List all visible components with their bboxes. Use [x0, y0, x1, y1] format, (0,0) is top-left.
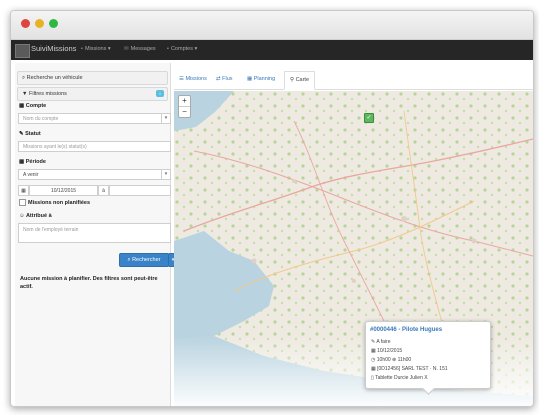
assigned-input[interactable]: Nom de l'employé terrain [18, 223, 171, 243]
vehicle-search-panel[interactable]: ⌕ Recherche un véhicule [17, 71, 168, 85]
vehicle-search-label: Recherche un véhicule [26, 75, 83, 81]
filters-title: Filtres missions [28, 91, 67, 97]
period-select[interactable]: A venir ▾ [18, 169, 171, 180]
nav-messages[interactable]: ✉ Messages [124, 46, 156, 52]
account-label: ▦ Compte [19, 103, 47, 109]
date-input[interactable]: 10/12/2015 [29, 185, 98, 196]
popup-title[interactable]: #0000446 - Pilote Hugues [370, 327, 442, 333]
search-button[interactable]: ⌕ Rechercher [119, 253, 169, 267]
period-dropdown-icon[interactable]: ▾ [161, 170, 170, 179]
calendar-icon: ▦ [19, 159, 26, 165]
popup-date: ▦ 10/12/2015 [371, 348, 403, 354]
folder-icon: ▪ [167, 46, 169, 52]
building-icon: ▦ [19, 103, 26, 109]
top-navbar: SuiviMissions ▪ Missions ▾ ✉ Messages ▪ Com… [11, 40, 533, 60]
calendar-icon: ▦ [21, 188, 26, 194]
filters-info-badge[interactable]: i [156, 90, 164, 97]
tab-missions[interactable]: ☰ Missions [179, 76, 207, 82]
minimize-window-icon[interactable] [35, 19, 44, 28]
filters-panel-header[interactable]: ▼ Filtres missions i [17, 87, 168, 101]
tab-carte[interactable]: ⚲ Carte [284, 71, 316, 90]
brand-name[interactable]: SuiviMissions [31, 44, 76, 53]
popup-device: ▯ Tablette Durcie Julien X [371, 375, 428, 381]
account-dropdown-icon[interactable]: ▾ [161, 114, 170, 123]
unplanned-checkbox-row[interactable]: Missions non planifiées [19, 199, 90, 206]
zoom-out-button[interactable]: − [179, 107, 190, 117]
filter-icon: ▼ [22, 91, 29, 97]
close-window-icon[interactable] [21, 19, 30, 28]
calendar-button[interactable]: ▦ [18, 185, 29, 196]
sidebar: ⌕ Recherche un véhicule ▼ Filtres missio… [15, 63, 178, 406]
status-label: ✎ Statut [19, 131, 41, 137]
account-input[interactable]: Nom du compte ▾ [18, 113, 171, 124]
user-icon: ☺ [19, 213, 26, 219]
status-input[interactable]: Missions ayant le(s) statut(s) [18, 141, 171, 152]
popup-time: ◷ 10h00 ⊕ 11h00 [371, 357, 412, 363]
brand-logo[interactable] [15, 44, 30, 58]
nav-missions-label: Missions ▾ [84, 46, 111, 52]
popup-status: ✎ A faire [371, 339, 391, 345]
popup-ref: ▦ [0D12456] SARL TEST · N. 151 [371, 366, 448, 372]
zoom-control: + − [178, 95, 191, 118]
map-view[interactable]: + − ✓ #0000446 - Pilote Hugues ✎ A faire… [174, 91, 533, 406]
app-window: SuiviMissions ▪ Missions ▾ ✉ Messages ▪ Com… [10, 10, 534, 407]
mission-marker[interactable]: ✓ [364, 113, 374, 123]
check-icon: ✓ [366, 115, 372, 121]
end-date-input[interactable] [109, 185, 171, 196]
nav-missions[interactable]: ▪ Missions ▾ [81, 46, 111, 52]
envelope-icon: ✉ [124, 46, 129, 52]
tab-planning[interactable]: ▦ Planning [247, 76, 275, 82]
mission-popup: #0000446 - Pilote Hugues ✎ A faire ▦ 10/… [365, 321, 491, 395]
nav-comptes-label: Comptes ▾ [170, 46, 198, 52]
zoom-in-button[interactable]: + [179, 96, 190, 107]
tab-flux[interactable]: ⇄ Flux [216, 76, 233, 82]
nav-messages-label: Messages [130, 46, 156, 52]
date-separator: à [98, 185, 109, 196]
unplanned-checkbox[interactable] [19, 199, 26, 206]
view-tabs: ☰ Missions ⇄ Flux ▦ Planning ⚲ Carte [174, 71, 533, 90]
info-message: Aucune mission à planifier. Des filtres … [20, 276, 158, 290]
calendar-icon: ▦ [247, 76, 254, 82]
nav-comptes[interactable]: ▪ Comptes ▾ [167, 46, 197, 52]
window-titlebar [11, 11, 533, 40]
period-label: ▦ Période [19, 159, 46, 165]
maximize-window-icon[interactable] [49, 19, 58, 28]
assigned-label: ☺ Attribué à [19, 213, 52, 219]
briefcase-icon: ▪ [81, 46, 83, 52]
